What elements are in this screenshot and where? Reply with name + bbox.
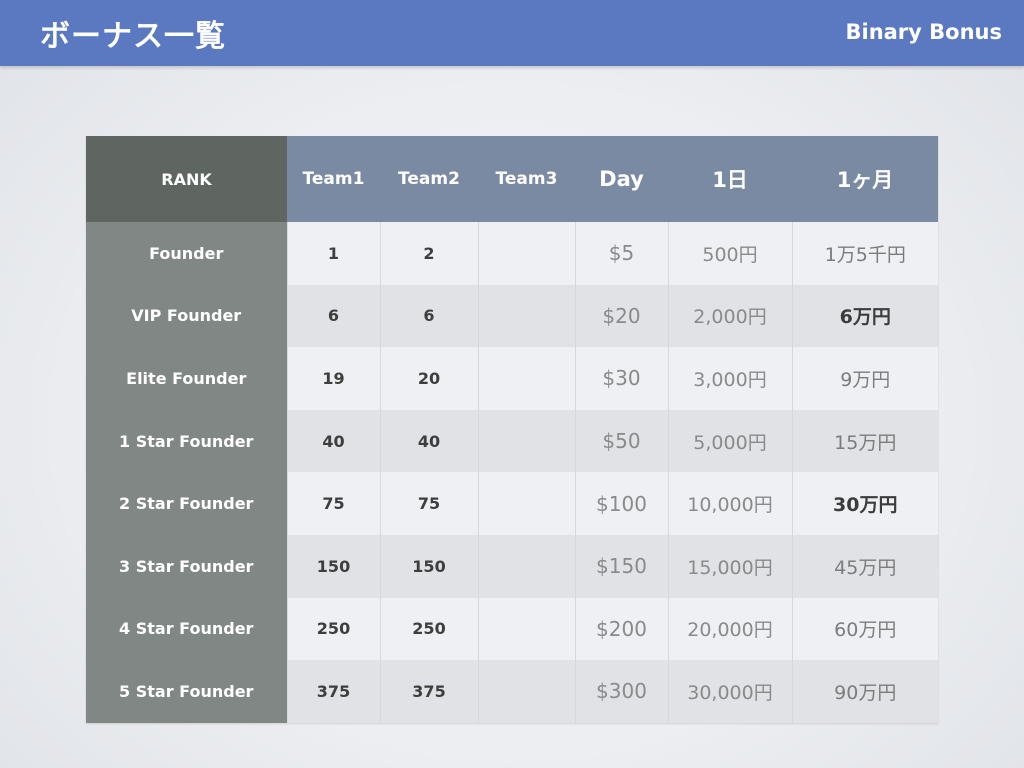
team3-cell <box>477 222 575 285</box>
column-header-monthly: 1ヶ月 <box>792 136 938 222</box>
table-row: 3 Star Founder 150 150 $150 15,000円 45万円 <box>86 534 938 598</box>
day-cell: $30 <box>574 347 668 410</box>
rank-cell: 1 Star Founder <box>86 409 287 473</box>
team3-cell <box>477 660 575 723</box>
page-subtitle: Binary Bonus <box>845 20 1002 44</box>
team2-cell: 375 <box>379 660 478 723</box>
rank-cell: 2 Star Founder <box>86 472 287 535</box>
column-header-team2: Team2 <box>380 136 478 222</box>
column-header-rank: RANK <box>86 136 287 222</box>
day-cell: $100 <box>574 472 668 535</box>
daily-cell: 15,000円 <box>667 534 792 598</box>
daily-cell: 5,000円 <box>667 409 792 473</box>
table-row: 2 Star Founder 75 75 $100 10,000円 30万円 <box>86 472 938 535</box>
daily-cell: 500円 <box>667 222 792 285</box>
table-row: Founder 1 2 $5 500円 1万5千円 <box>86 222 938 285</box>
monthly-cell: 15万円 <box>791 409 938 473</box>
team3-cell <box>477 597 575 661</box>
team3-cell <box>477 284 575 348</box>
team2-cell: 40 <box>379 409 478 473</box>
team3-cell <box>477 347 575 410</box>
team3-cell <box>477 409 575 473</box>
rank-cell: Founder <box>86 222 287 285</box>
day-cell: $300 <box>574 660 668 723</box>
team1-cell: 375 <box>286 660 380 723</box>
team2-cell: 75 <box>379 472 478 535</box>
monthly-cell: 6万円 <box>791 284 938 348</box>
team1-cell: 1 <box>286 222 380 285</box>
monthly-cell: 1万5千円 <box>791 222 938 285</box>
table-row: 5 Star Founder 375 375 $300 30,000円 90万円 <box>86 660 938 723</box>
column-header-daily: 1日 <box>668 136 792 222</box>
rank-cell: 5 Star Founder <box>86 660 287 723</box>
column-header-day: Day <box>575 136 668 222</box>
table-row: Elite Founder 19 20 $30 3,000円 9万円 <box>86 347 938 410</box>
team2-cell: 20 <box>379 347 478 410</box>
day-cell: $200 <box>574 597 668 661</box>
rank-cell: VIP Founder <box>86 284 287 348</box>
team1-cell: 19 <box>286 347 380 410</box>
bonus-table: RANK Team1 Team2 Team3 Day 1日 1ヶ月 Founde… <box>86 136 938 723</box>
team2-cell: 250 <box>379 597 478 661</box>
team3-cell <box>477 534 575 598</box>
day-cell: $150 <box>574 534 668 598</box>
monthly-cell: 90万円 <box>791 660 938 723</box>
table-body: Founder 1 2 $5 500円 1万5千円 VIP Founder 6 … <box>86 222 938 723</box>
day-cell: $50 <box>574 409 668 473</box>
day-cell: $20 <box>574 284 668 348</box>
table-row: 1 Star Founder 40 40 $50 5,000円 15万円 <box>86 409 938 473</box>
page-title: ボーナス一覧 <box>40 19 226 54</box>
table-row: 4 Star Founder 250 250 $200 20,000円 60万円 <box>86 597 938 661</box>
team3-cell <box>477 472 575 535</box>
rank-cell: 4 Star Founder <box>86 597 287 661</box>
title-bar: ボーナス一覧 Binary Bonus <box>0 0 1024 66</box>
day-cell: $5 <box>574 222 668 285</box>
rank-cell: Elite Founder <box>86 347 287 410</box>
team1-cell: 75 <box>286 472 380 535</box>
team2-cell: 2 <box>379 222 478 285</box>
team1-cell: 40 <box>286 409 380 473</box>
daily-cell: 2,000円 <box>667 284 792 348</box>
rank-cell: 3 Star Founder <box>86 534 287 598</box>
daily-cell: 30,000円 <box>667 660 792 723</box>
daily-cell: 10,000円 <box>667 472 792 535</box>
monthly-cell: 9万円 <box>791 347 938 410</box>
column-header-team3: Team3 <box>478 136 575 222</box>
table-row: VIP Founder 6 6 $20 2,000円 6万円 <box>86 284 938 348</box>
team1-cell: 6 <box>286 284 380 348</box>
daily-cell: 3,000円 <box>667 347 792 410</box>
daily-cell: 20,000円 <box>667 597 792 661</box>
monthly-cell: 45万円 <box>791 534 938 598</box>
monthly-cell: 60万円 <box>791 597 938 661</box>
team1-cell: 150 <box>286 534 380 598</box>
column-header-team1: Team1 <box>287 136 380 222</box>
table-header-row: RANK Team1 Team2 Team3 Day 1日 1ヶ月 <box>86 136 938 222</box>
monthly-cell: 30万円 <box>791 472 938 535</box>
team2-cell: 6 <box>379 284 478 348</box>
team1-cell: 250 <box>286 597 380 661</box>
team2-cell: 150 <box>379 534 478 598</box>
